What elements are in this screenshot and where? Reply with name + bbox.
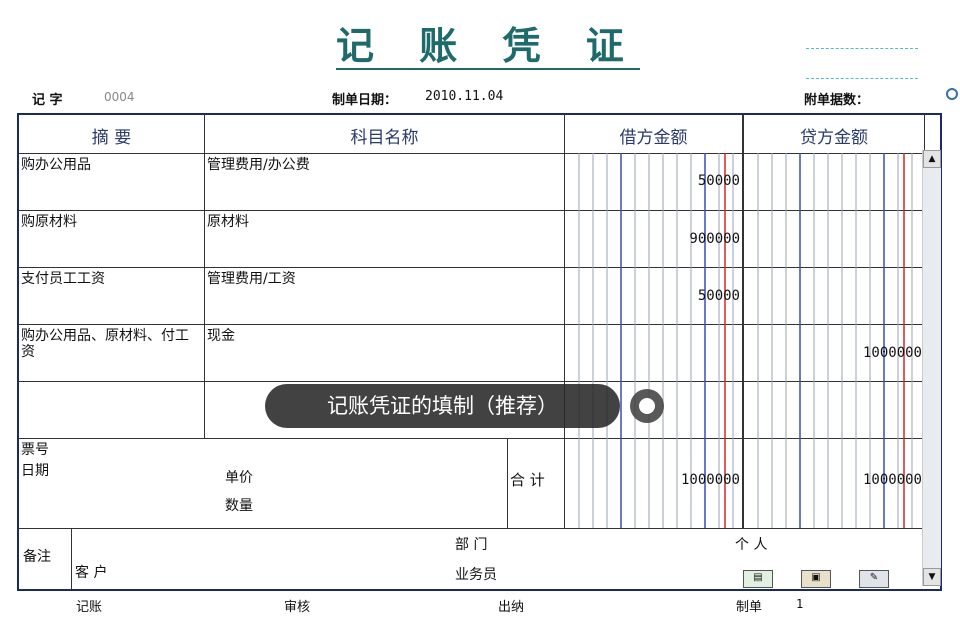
salesperson-label: 业务员: [455, 567, 497, 583]
date-value[interactable]: 2010.11.04: [425, 89, 503, 104]
row-2-summary[interactable]: 购原材料: [21, 214, 201, 230]
col-header-summary: 摘 要: [91, 128, 132, 148]
sig-bookkeeping: 记账: [76, 600, 103, 615]
row-3-summary[interactable]: 支付员工工资: [21, 271, 201, 287]
row-1-account[interactable]: 管理费用/办公费: [207, 157, 310, 173]
sig-preparer: 制单: [736, 600, 763, 615]
row-2-debit[interactable]: 900000: [565, 231, 740, 247]
department-label: 部 门: [455, 537, 488, 553]
quantity-label: 数量: [225, 498, 253, 514]
voucher-form: 摘 要 科目名称 借方金额 贷方金额 购办公用品 管理费用/办公费 50000 …: [17, 113, 942, 591]
sig-audit: 审核: [284, 600, 311, 615]
row-4-credit[interactable]: 1000000: [744, 345, 922, 361]
row-4-account[interactable]: 现金: [207, 328, 235, 344]
total-debit: 1000000: [680, 472, 740, 488]
col-header-account: 科目名称: [350, 128, 419, 148]
voucher-title: 记 账 凭 证: [336, 23, 640, 70]
date-field-label: 日期: [21, 463, 49, 479]
title-dotted-line: [806, 48, 918, 49]
col-header-credit: 贷方金额: [744, 123, 924, 148]
tutorial-caption: 记账凭证的填制（推荐）: [265, 384, 620, 428]
scroll-down-icon[interactable]: ▼: [923, 568, 941, 586]
date-label: 制单日期：: [332, 93, 398, 108]
row-3-debit[interactable]: 50000: [565, 288, 740, 304]
total-label: 合 计: [510, 471, 545, 489]
remarks-label: 备注: [23, 549, 51, 565]
sig-cashier: 出纳: [498, 600, 525, 615]
scroll-up-icon[interactable]: ▲: [923, 150, 941, 168]
edit-icon[interactable]: ✎: [859, 570, 889, 588]
row-4-summary[interactable]: 购办公用品、原材料、付工资: [21, 328, 201, 360]
row-1-debit[interactable]: 50000: [565, 173, 740, 189]
total-credit: 1000000: [862, 472, 922, 488]
attachments-label: 附单据数：: [804, 93, 870, 108]
magnifier-icon[interactable]: [946, 88, 958, 100]
customer-label: 客 户: [75, 565, 108, 581]
attachment-icon[interactable]: ▤: [743, 570, 773, 588]
voucher-word-label: 记 字: [32, 93, 63, 108]
record-icon[interactable]: [630, 389, 664, 423]
sig-preparer-value: 1: [796, 597, 804, 611]
vertical-scrollbar[interactable]: ▲ ▼: [922, 150, 941, 586]
row-5-summary[interactable]: [21, 385, 201, 425]
search-doc-icon[interactable]: ▣: [801, 570, 831, 588]
row-3-account[interactable]: 管理费用/工资: [207, 271, 296, 287]
ticket-label: 票号: [21, 442, 49, 458]
attachments-dotted-line: [806, 78, 918, 79]
col-header-debit: 借方金额: [565, 123, 742, 148]
price-label: 单价: [225, 470, 253, 486]
row-2-account[interactable]: 原材料: [207, 214, 249, 230]
person-label: 个 人: [735, 537, 768, 553]
row-1-summary[interactable]: 购办公用品: [21, 157, 201, 173]
voucher-number[interactable]: 0004: [104, 90, 135, 104]
